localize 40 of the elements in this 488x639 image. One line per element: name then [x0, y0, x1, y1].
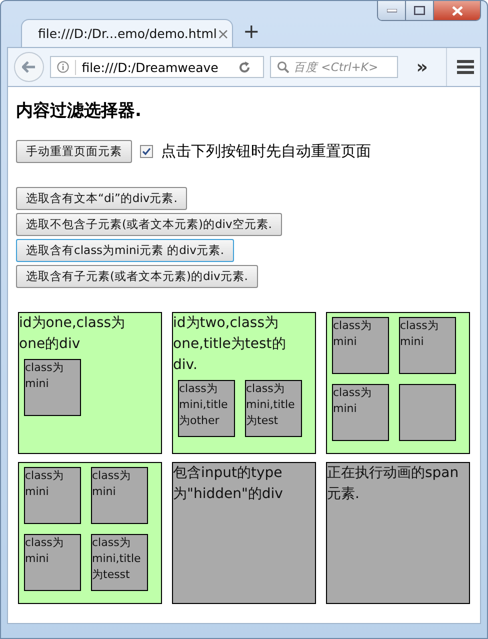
mini-label: class为mini [25, 361, 64, 390]
filter-button[interactable]: 选取不包含子元素(或者文本元素)的div空元素. [16, 213, 282, 236]
filter-button[interactable]: 选取含有文本“di”的div元素. [16, 187, 188, 210]
mini-div [399, 384, 456, 441]
div-label: 正在执行动画的span元素. [327, 464, 460, 504]
mini-label: class为mini,title为other [179, 382, 228, 427]
mini-label: class为mini [333, 386, 372, 415]
mini-label: class为mini [25, 536, 64, 565]
browser-tab[interactable]: file:///D:/Dr...emo/demo.html× [21, 19, 233, 47]
page-heading: 内容过滤选择器. [16, 100, 142, 122]
back-arrow-icon [22, 61, 36, 73]
overflow-button[interactable]: » [416, 56, 440, 78]
div-label: id为one,class为one的div [19, 314, 126, 354]
auto-reset-checkbox[interactable] [140, 145, 153, 158]
div-label: id为two,class为one,title为test的div. [173, 314, 287, 375]
close-icon [452, 6, 462, 16]
search-icon [276, 61, 289, 73]
minimize-icon [386, 8, 396, 12]
reset-button[interactable]: 手动重置页面元素 [16, 140, 132, 163]
reload-icon[interactable] [238, 60, 251, 74]
mini-label: class为mini [25, 469, 64, 498]
mini-label: class为mini [92, 469, 130, 498]
menu-icon[interactable] [457, 60, 474, 74]
mini-label: class为mini,title为tesst [92, 536, 141, 581]
div-label: 包含input的type为"hidden"的div [173, 464, 284, 504]
mini-label: class为mini,title为test [246, 382, 295, 427]
address-bar[interactable]: file:///D:/Dreamweave [50, 56, 264, 78]
search-field[interactable]: 百度 <Ctrl+K> [270, 56, 398, 78]
info-icon [56, 61, 69, 73]
checkbox-label: 点击下列按钮时先自动重置页面 [161, 142, 371, 161]
new-tab-button[interactable]: + [243, 19, 260, 47]
maximize-button[interactable] [405, 1, 433, 20]
back-button[interactable] [14, 52, 44, 82]
mini-label: class为mini [400, 319, 438, 348]
mini-label: class为mini [333, 319, 372, 348]
tab-close-button[interactable]: × [216, 24, 230, 42]
maximize-icon [414, 6, 425, 15]
filter-button[interactable]: 选取含有子元素(或者文本元素)的div元素. [16, 265, 258, 288]
close-button[interactable] [433, 1, 480, 20]
filter-button[interactable]: 选取含有class为mini元素 的div元素. [16, 239, 234, 262]
